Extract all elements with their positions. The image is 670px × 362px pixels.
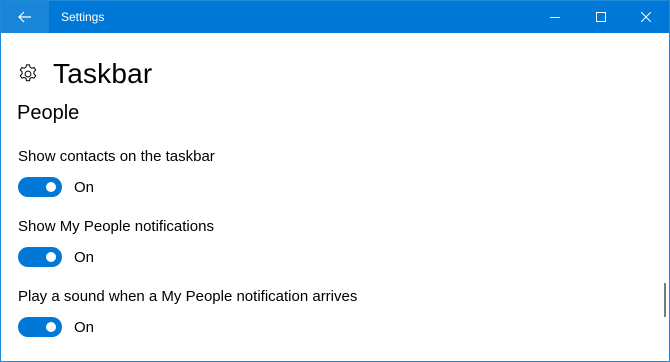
toggle-state-label: On <box>74 248 95 266</box>
page-header: Taskbar <box>17 57 152 91</box>
section-title: People <box>17 102 80 124</box>
toggle-state-label: On <box>74 318 95 336</box>
show-contacts-label: Show contacts on the taskbar <box>18 148 215 165</box>
close-icon <box>641 12 651 22</box>
title-bar: Settings <box>1 1 669 33</box>
page-title: Taskbar <box>53 58 153 89</box>
play-sound-label: Play a sound when a My People notificati… <box>18 288 358 305</box>
show-notifications-toggle-row: On <box>18 247 94 267</box>
minimize-button[interactable] <box>532 1 578 33</box>
play-sound-toggle[interactable] <box>18 317 62 337</box>
back-button[interactable] <box>1 1 49 33</box>
gear-icon <box>17 63 39 85</box>
maximize-button[interactable] <box>578 1 624 33</box>
window-title: Settings <box>61 10 105 24</box>
play-sound-toggle-row: On <box>18 317 94 337</box>
maximize-icon <box>596 12 606 22</box>
toggle-knob <box>46 322 56 332</box>
back-arrow-icon <box>18 11 31 23</box>
toggle-knob <box>46 252 56 262</box>
show-notifications-label: Show My People notifications <box>18 218 214 235</box>
show-contacts-toggle[interactable] <box>18 177 62 197</box>
toggle-state-label: On <box>74 178 95 196</box>
minimize-icon <box>550 17 560 18</box>
show-contacts-toggle-row: On <box>18 177 94 197</box>
settings-window: Settings Taskbar People Show contacts on… <box>0 0 670 362</box>
toggle-knob <box>46 182 56 192</box>
close-button[interactable] <box>623 1 669 33</box>
show-notifications-toggle[interactable] <box>18 247 62 267</box>
scrollbar-thumb[interactable] <box>664 283 666 317</box>
